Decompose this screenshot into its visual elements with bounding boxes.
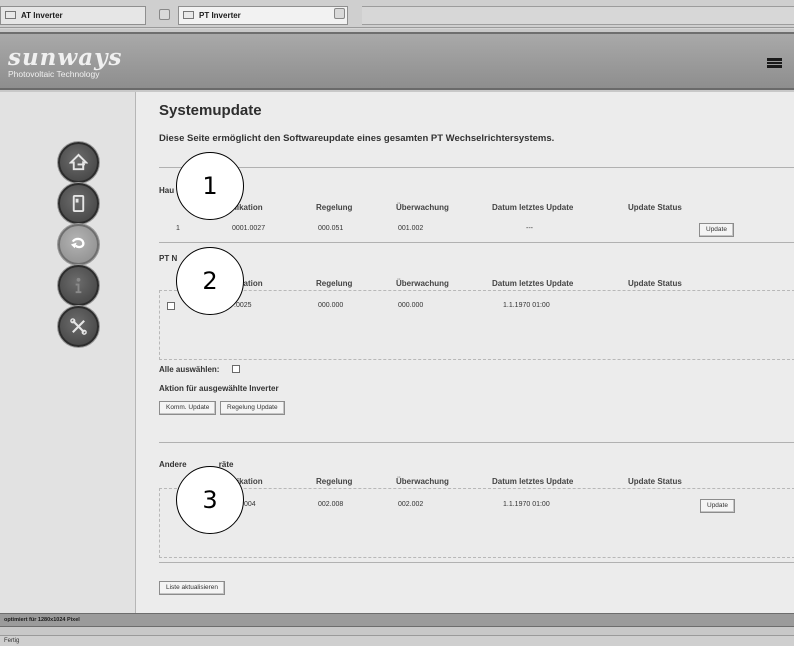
col-update-status: Update Status <box>628 477 682 486</box>
divider <box>159 167 794 168</box>
nav-inverter-button[interactable] <box>58 183 99 224</box>
sidebar <box>0 92 135 613</box>
page-icon <box>5 11 16 19</box>
nav-info-button[interactable] <box>58 265 99 306</box>
close-tab-icon[interactable] <box>334 8 345 19</box>
row-kommunikation: .0025 <box>234 302 252 309</box>
home-icon <box>69 153 88 171</box>
info-icon <box>75 277 82 294</box>
refresh-list-button[interactable]: Liste aktualisieren <box>159 581 226 595</box>
update-button[interactable]: Update <box>699 223 734 237</box>
settings-icon <box>70 318 87 335</box>
logo: sunways Photovoltaic Technology <box>8 44 123 79</box>
close-tab-icon[interactable] <box>159 9 170 20</box>
col-update-status: Update Status <box>628 203 682 212</box>
row-regelung: 000.000 <box>318 302 344 309</box>
nav-home-button[interactable] <box>58 142 99 183</box>
select-all-label: Alle auswählen: <box>159 365 220 374</box>
reg-update-button[interactable]: Regelung Update <box>220 401 285 415</box>
col-datum: Datum letztes Update <box>492 279 574 288</box>
section-label-pt: PT N <box>159 254 178 263</box>
col-regelung: Regelung <box>316 279 353 288</box>
browser-tab-bar: AT Inverter PT Inverter <box>0 0 794 28</box>
row-id: 1 <box>176 225 180 232</box>
col-ueberwachung: Überwachung <box>396 477 449 486</box>
row-datum: 1.1.1970 01:00 <box>503 302 550 309</box>
inverter-list-box: .0025 000.000 000.000 1.1.1970 01:00 <box>159 290 794 360</box>
page-title: Systemupdate <box>159 102 262 119</box>
other-devices-box: 004 002.008 002.002 1.1.1970 01:00 Updat… <box>159 488 794 558</box>
menu-icon[interactable] <box>767 58 782 68</box>
tab-title: PT Inverter <box>199 11 241 20</box>
update-button[interactable]: Update <box>700 499 735 513</box>
update-icon <box>70 237 85 249</box>
divider <box>159 242 794 243</box>
nav-update-button[interactable] <box>58 224 99 265</box>
col-update-status: Update Status <box>628 279 682 288</box>
tab-pt-inverter[interactable]: PT Inverter <box>178 6 348 25</box>
col-datum: Datum letztes Update <box>492 203 574 212</box>
status-bar: Fertig <box>0 635 794 646</box>
col-ueberwachung: Überwachung <box>396 279 449 288</box>
logo-name: sunways <box>8 44 123 71</box>
col-ueberwachung: Überwachung <box>396 203 449 212</box>
inverter-icon <box>72 194 85 213</box>
page-description: Diese Seite ermöglicht den Softwareupdat… <box>159 133 555 144</box>
col-regelung: Regelung <box>316 477 353 486</box>
app-window: sunways Photovoltaic Technology Systemup… <box>0 29 794 635</box>
app-header: sunways Photovoltaic Technology <box>0 32 794 90</box>
row-ueberwachung: 002.002 <box>398 501 424 508</box>
row-kommunikation: 0001.0027 <box>232 225 266 232</box>
tab-at-inverter[interactable]: AT Inverter <box>0 6 146 25</box>
row-regelung: 000.051 <box>318 225 344 232</box>
section-label-main: Hau <box>159 186 175 195</box>
main-content: Systemupdate Diese Seite ermöglicht den … <box>135 92 794 613</box>
col-regelung: Regelung <box>316 203 353 212</box>
select-all-checkbox[interactable] <box>232 365 240 373</box>
status-text: Fertig <box>4 638 20 644</box>
actions-label: Aktion für ausgewählte Inverter <box>159 384 279 393</box>
footer-text: optimiert für 1280x1024 Pixel <box>4 617 80 623</box>
page-icon <box>183 11 194 19</box>
tab-strip <box>362 6 794 25</box>
divider <box>159 442 794 443</box>
row-regelung: 002.008 <box>318 501 344 508</box>
footer-bar: optimiert für 1280x1024 Pixel <box>0 613 794 627</box>
col-datum: Datum letztes Update <box>492 477 574 486</box>
nav-settings-button[interactable] <box>58 306 99 347</box>
tab-title: AT Inverter <box>21 11 63 20</box>
row-kommunikation: 004 <box>244 501 256 508</box>
row-datum: --- <box>526 225 533 232</box>
row-datum: 1.1.1970 01:00 <box>503 501 550 508</box>
comm-update-button[interactable]: Komm. Update <box>159 401 217 415</box>
inverter-checkbox[interactable] <box>167 302 175 310</box>
row-ueberwachung: 000.000 <box>398 302 424 309</box>
callout-3: 3 <box>176 466 244 534</box>
callout-2: 2 <box>176 247 244 315</box>
divider <box>159 562 794 563</box>
row-ueberwachung: 001.002 <box>398 225 424 232</box>
callout-1: 1 <box>176 152 244 220</box>
